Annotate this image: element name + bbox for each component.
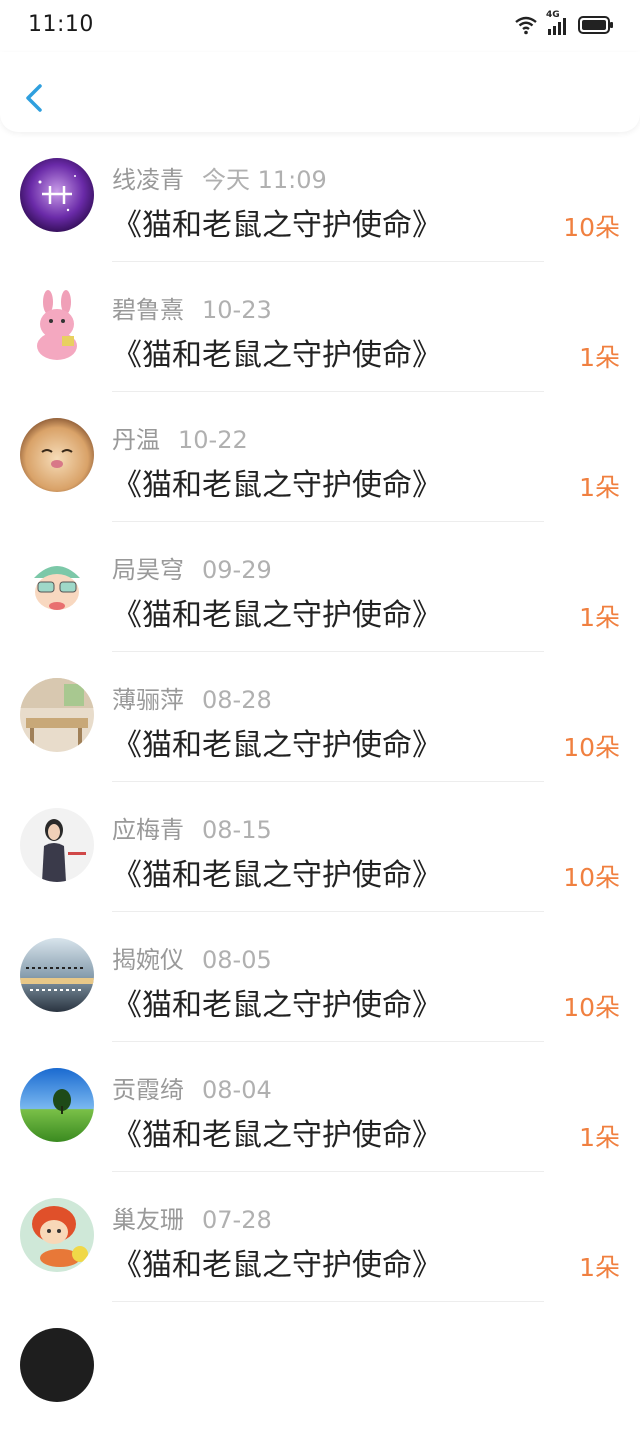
status-icons: 4G	[514, 10, 614, 38]
flower-count: 1朵	[579, 343, 620, 372]
avatar	[20, 288, 94, 362]
work-title: 《猫和老鼠之守护使命》	[112, 598, 442, 633]
send-date: 08-15	[202, 816, 272, 844]
list-item[interactable]: 局昊穹 09-29 《猫和老鼠之守护使命》 1朵	[0, 522, 640, 652]
work-title: 《猫和老鼠之守护使命》	[112, 338, 442, 373]
list-item[interactable]: 碧鲁熹 10-23 《猫和老鼠之守护使命》 1朵	[0, 262, 640, 392]
flower-count: 1朵	[579, 1253, 620, 1282]
list-item[interactable]: 线凌青 今天 11:09 《猫和老鼠之守护使命》 10朵	[0, 132, 640, 262]
work-title: 《猫和老鼠之守护使命》	[112, 1248, 442, 1283]
chevron-left-icon[interactable]	[16, 76, 52, 120]
sender-name: 局昊穹	[112, 556, 184, 584]
signal-icon: 4G	[546, 10, 570, 36]
avatar	[20, 1328, 94, 1402]
sender-name: 丹温	[112, 426, 160, 454]
list-item[interactable]: 应梅青 08-15 《猫和老鼠之守护使命》 10朵	[0, 782, 640, 912]
avatar	[20, 808, 94, 882]
send-date: 10-23	[202, 296, 272, 324]
avatar	[20, 548, 94, 622]
avatar	[20, 1198, 94, 1272]
work-title: 《猫和老鼠之守护使命》	[112, 858, 442, 893]
flower-count: 1朵	[579, 1123, 620, 1152]
sender-name: 巢友珊	[112, 1206, 184, 1234]
sender-line: 线凌青 今天 11:09	[112, 160, 327, 195]
sender-name: 贡霞绮	[112, 1076, 184, 1104]
avatar	[20, 938, 94, 1012]
gift-record-list: 线凌青 今天 11:09 《猫和老鼠之守护使命》 10朵 碧鲁熹 10-23 《猫和…	[0, 132, 640, 1432]
send-date: 08-05	[202, 946, 272, 974]
sender-name: 揭婉仪	[112, 946, 184, 974]
avatar	[20, 1068, 94, 1142]
send-date: 今天 11:09	[202, 166, 327, 194]
work-title: 《猫和老鼠之守护使命》	[112, 1118, 442, 1153]
header-bar	[0, 52, 640, 132]
sender-line: 应梅青 08-15	[112, 810, 272, 845]
send-date: 08-28	[202, 686, 272, 714]
avatar	[20, 678, 94, 752]
flower-count: 1朵	[579, 603, 620, 632]
status-time: 11:10	[28, 12, 94, 37]
list-item[interactable]: 丹温 10-22 《猫和老鼠之守护使命》 1朵	[0, 392, 640, 522]
flower-count: 1朵	[579, 473, 620, 502]
sender-line: 丹温 10-22	[112, 420, 248, 455]
sender-name: 线凌青	[112, 166, 184, 194]
work-title: 《猫和老鼠之守护使命》	[112, 988, 442, 1023]
avatar	[20, 418, 94, 492]
list-item[interactable]: 揭婉仪 08-05 《猫和老鼠之守护使命》 10朵	[0, 912, 640, 1042]
sender-name: 碧鲁熹	[112, 296, 184, 324]
sender-line: 贡霞绮 08-04	[112, 1070, 272, 1105]
sender-name: 薄骊萍	[112, 686, 184, 714]
sender-line: 巢友珊 07-28	[112, 1200, 272, 1235]
status-bar: 11:10 4G	[0, 0, 640, 52]
flower-count: 10朵	[563, 733, 620, 762]
flower-count: 10朵	[563, 213, 620, 242]
send-date: 07-28	[202, 1206, 272, 1234]
sender-line: 揭婉仪 08-05	[112, 940, 272, 975]
work-title: 《猫和老鼠之守护使命》	[112, 728, 442, 763]
flower-count: 10朵	[563, 993, 620, 1022]
sender-line: 碧鲁熹 10-23	[112, 290, 272, 325]
sender-line: 薄骊萍 08-28	[112, 680, 272, 715]
send-date: 10-22	[178, 426, 248, 454]
flower-count: 10朵	[563, 863, 620, 892]
send-date: 08-04	[202, 1076, 272, 1104]
list-item[interactable]: 贡霞绮 08-04 《猫和老鼠之守护使命》 1朵	[0, 1042, 640, 1172]
battery-icon	[578, 16, 613, 34]
list-item[interactable]: 巢友珊 07-28 《猫和老鼠之守护使命》 1朵	[0, 1172, 640, 1302]
sender-line: 局昊穹 09-29	[112, 550, 272, 585]
avatar	[20, 158, 94, 232]
work-title: 《猫和老鼠之守护使命》	[112, 468, 442, 503]
sender-name: 应梅青	[112, 816, 184, 844]
send-date: 09-29	[202, 556, 272, 584]
wifi-icon	[515, 16, 537, 35]
list-item[interactable]: 薄骊萍 08-28 《猫和老鼠之守护使命》 10朵	[0, 652, 640, 782]
list-item[interactable]	[0, 1302, 640, 1432]
work-title: 《猫和老鼠之守护使命》	[112, 208, 442, 243]
